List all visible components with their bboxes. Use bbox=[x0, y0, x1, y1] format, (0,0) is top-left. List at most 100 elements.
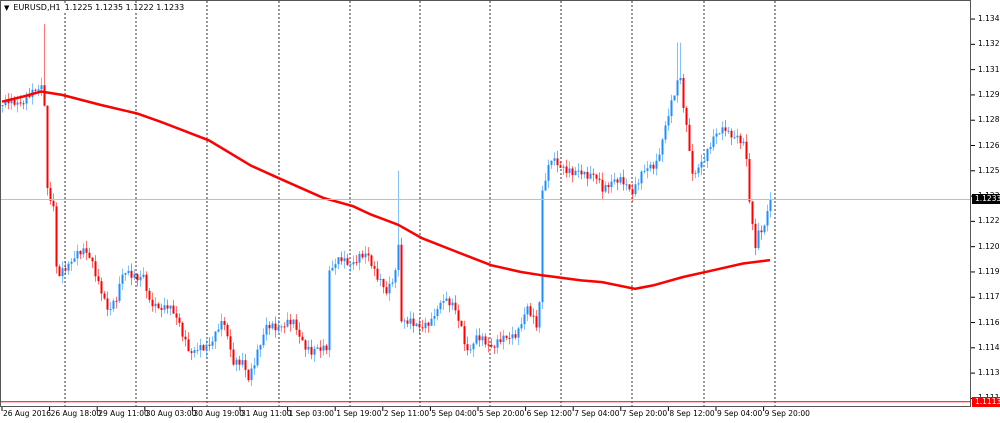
candle-body bbox=[436, 309, 439, 317]
bear-candle bbox=[88, 247, 91, 259]
bull-candle bbox=[265, 317, 268, 341]
bull-candle bbox=[544, 173, 547, 192]
candle-body bbox=[334, 264, 337, 268]
time-label: 9 Sep 20:00 bbox=[764, 409, 810, 418]
price-label: 1.1325 bbox=[978, 39, 1000, 49]
bear-candle bbox=[622, 169, 625, 191]
price-label: 1.1280 bbox=[978, 115, 1000, 125]
candle-body bbox=[79, 250, 82, 255]
bear-candle bbox=[592, 168, 595, 182]
price-chart[interactable] bbox=[0, 0, 1000, 423]
candle-body bbox=[109, 308, 112, 310]
candle-body bbox=[670, 100, 673, 117]
candle-body bbox=[613, 179, 616, 182]
candle-body bbox=[373, 266, 376, 269]
time-label: 30 Aug 03:00 bbox=[145, 409, 197, 418]
candle-body bbox=[376, 268, 379, 280]
bear-candle bbox=[460, 320, 463, 327]
bear-candle bbox=[682, 73, 685, 113]
candle-body bbox=[76, 250, 79, 259]
bear-candle bbox=[181, 321, 184, 342]
bear-candle bbox=[499, 331, 502, 345]
bull-candle bbox=[604, 181, 607, 194]
bear-candle bbox=[427, 321, 430, 333]
bull-candle bbox=[142, 267, 145, 279]
candle-body bbox=[277, 326, 280, 331]
candle-body bbox=[469, 349, 472, 351]
bear-candle bbox=[685, 106, 688, 132]
candle-body bbox=[220, 321, 223, 330]
candle-body bbox=[532, 315, 535, 317]
candle-body bbox=[460, 320, 463, 327]
bull-candle bbox=[220, 313, 223, 337]
bull-candle bbox=[763, 224, 766, 235]
candle-body bbox=[139, 276, 142, 281]
candle-body bbox=[238, 359, 241, 365]
bear-candle bbox=[91, 256, 94, 269]
candle-body bbox=[85, 248, 88, 253]
bull-candle bbox=[262, 328, 265, 348]
candle-body bbox=[691, 151, 694, 174]
ohlc-values: 1.1225 1.1235 1.1222 1.1233 bbox=[64, 3, 185, 12]
bull-candle bbox=[547, 159, 550, 189]
candle-body bbox=[283, 326, 286, 328]
candle-body bbox=[667, 116, 670, 126]
candle-body bbox=[646, 168, 649, 171]
bear-candle bbox=[226, 322, 229, 340]
bull-candle bbox=[715, 128, 718, 144]
bear-candle bbox=[355, 254, 358, 266]
candle-body bbox=[568, 168, 571, 174]
bear-candle bbox=[55, 202, 58, 274]
bear-candle bbox=[571, 166, 574, 183]
candle-body bbox=[298, 329, 301, 337]
bear-candle bbox=[556, 150, 559, 173]
candle-body bbox=[289, 319, 292, 325]
candle-body bbox=[433, 316, 436, 319]
candle-body bbox=[121, 274, 124, 284]
bull-candle bbox=[589, 166, 592, 180]
candle-body bbox=[538, 302, 541, 328]
candle-body bbox=[301, 336, 304, 341]
price-label: 1.1190 bbox=[978, 266, 1000, 276]
bear-candle bbox=[505, 335, 508, 341]
bear-candle bbox=[298, 322, 301, 344]
price-label: 1.1265 bbox=[978, 140, 1000, 150]
candle-body bbox=[754, 223, 757, 248]
bear-candle bbox=[493, 344, 496, 355]
bear-candle bbox=[130, 263, 133, 286]
bull-candle bbox=[670, 94, 673, 124]
candle-body bbox=[625, 184, 628, 186]
bull-candle bbox=[235, 357, 238, 372]
bull-candle bbox=[667, 108, 670, 131]
bear-candle bbox=[478, 328, 481, 347]
bear-candle bbox=[652, 161, 655, 175]
candle-body bbox=[628, 184, 631, 190]
bull-candle bbox=[133, 269, 136, 281]
candle-body bbox=[244, 360, 247, 370]
candle-body bbox=[565, 166, 568, 174]
candle-body bbox=[592, 173, 595, 175]
bull-candle bbox=[523, 307, 526, 330]
collapse-triangle-icon[interactable]: ▼ bbox=[4, 4, 9, 12]
candle-body bbox=[466, 344, 469, 351]
bear-candle bbox=[268, 321, 271, 335]
bear-candle bbox=[463, 320, 466, 352]
bull-candle bbox=[394, 267, 397, 289]
candle-body bbox=[457, 310, 460, 321]
candle-body bbox=[319, 347, 322, 351]
bull-candle bbox=[322, 339, 325, 356]
candle-body bbox=[757, 230, 760, 248]
candle-body bbox=[94, 261, 97, 277]
candle-body bbox=[559, 165, 562, 168]
bull-candle bbox=[451, 298, 454, 311]
bear-candle bbox=[295, 314, 298, 335]
bull-candle bbox=[520, 317, 523, 332]
time-label: 6 Sep 12:00 bbox=[526, 409, 572, 418]
candle-body bbox=[712, 136, 715, 148]
bear-candle bbox=[157, 302, 160, 310]
candle-body bbox=[496, 339, 499, 348]
candle-body bbox=[475, 335, 478, 344]
moving-average-line bbox=[1, 90, 771, 291]
bear-candle bbox=[535, 309, 538, 332]
bull-candle bbox=[673, 95, 676, 101]
